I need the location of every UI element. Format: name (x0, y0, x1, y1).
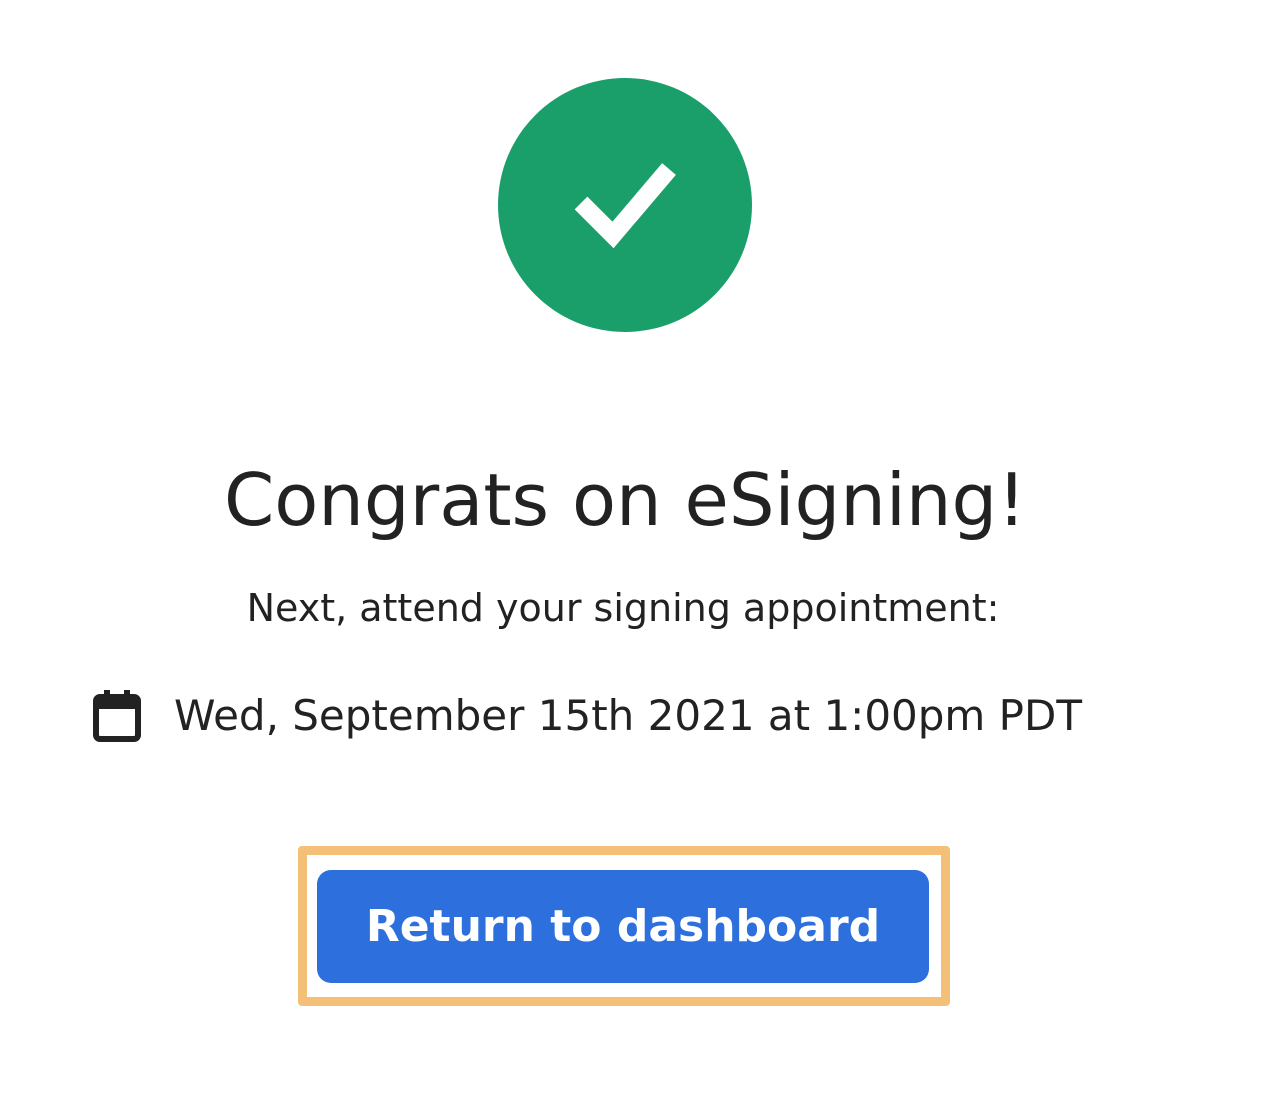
return-to-dashboard-button[interactable]: Return to dashboard (317, 870, 929, 983)
esign-confirmation-page: Congrats on eSigning! Next, attend your … (0, 0, 1274, 1104)
appointment-datetime: Wed, September 15th 2021 at 1:00pm PDT (174, 691, 1083, 740)
success-badge (498, 78, 752, 332)
next-step-text: Next, attend your signing appointment: (246, 586, 1000, 630)
page-title: Congrats on eSigning! (223, 458, 1027, 542)
calendar-icon (92, 689, 142, 743)
appointment-row: Wed, September 15th 2021 at 1:00pm PDT (92, 684, 1082, 748)
checkmark-icon (569, 159, 681, 251)
